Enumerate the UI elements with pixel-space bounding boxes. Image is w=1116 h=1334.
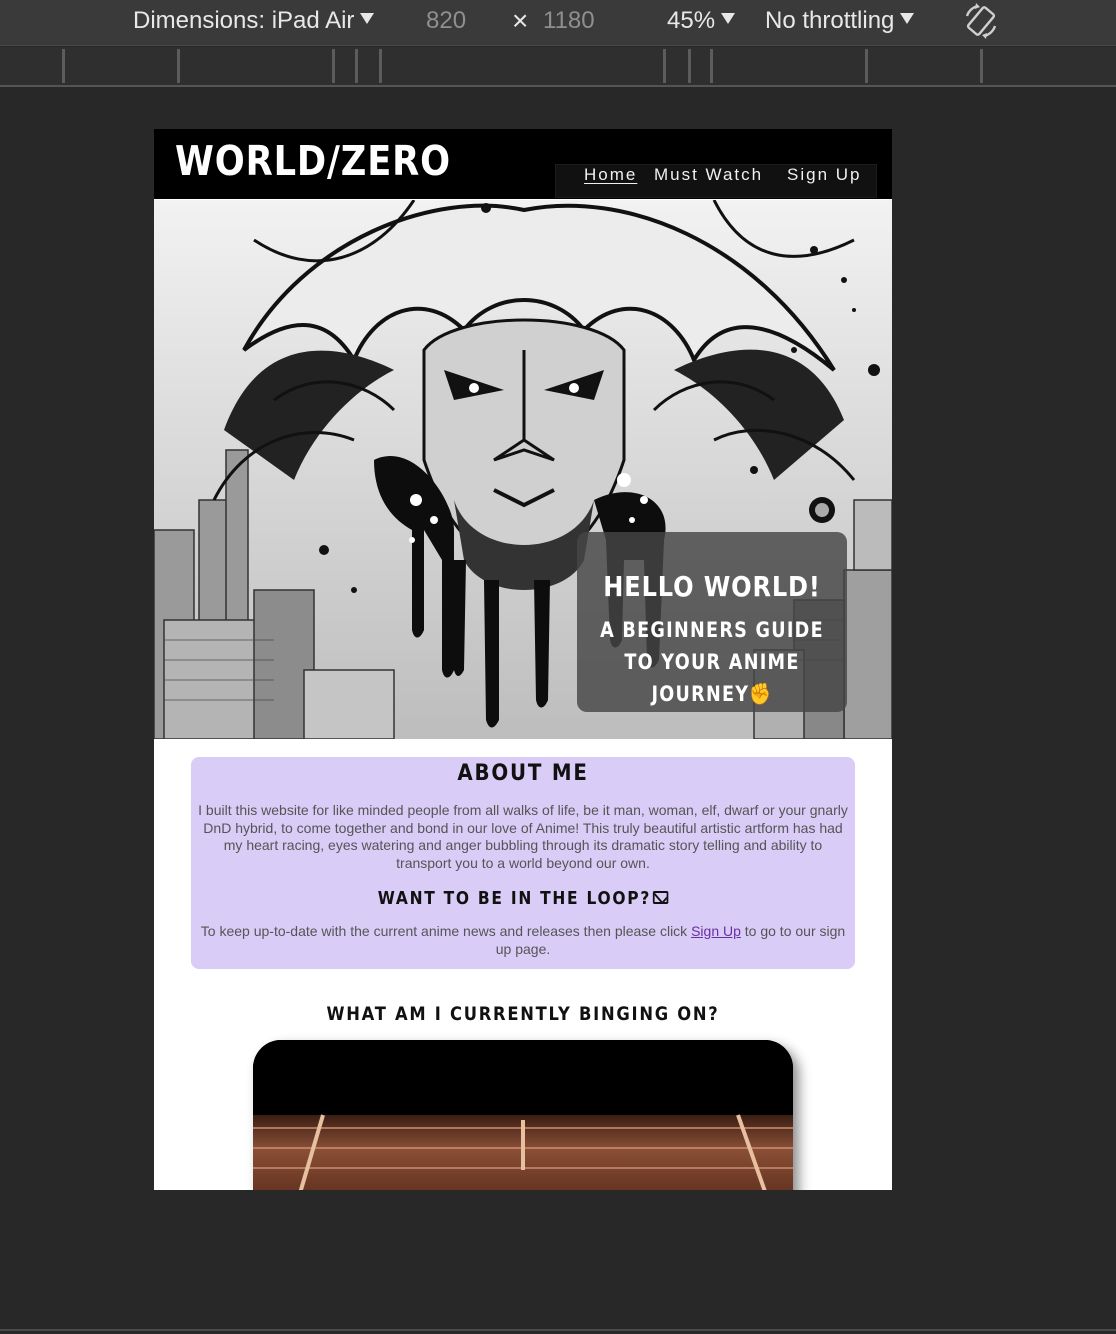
- rotate-icon[interactable]: [962, 2, 1000, 40]
- video-thumbnail: [253, 1040, 793, 1190]
- hero-title: HELLO WORLD!: [603, 570, 821, 603]
- window-bottom-edge: [0, 1329, 1116, 1331]
- ruler-tick[interactable]: [177, 49, 180, 83]
- media-query-ruler: [0, 47, 1116, 87]
- logo-text: WORLD/ZERO: [175, 137, 452, 185]
- envelope-icon: [652, 890, 669, 904]
- loop-heading-text: WANT TO BE IN THE LOOP?: [377, 888, 652, 909]
- nav-must-watch-link[interactable]: Must Watch: [654, 165, 763, 185]
- ruler-tick[interactable]: [379, 49, 382, 83]
- ruler-tick[interactable]: [980, 49, 983, 83]
- device-toolbar: Dimensions: iPad Air 820 × 1180 45% No t…: [0, 0, 1116, 46]
- chevron-down-icon: [360, 13, 375, 25]
- about-section: ABOUT ME I built this website for like m…: [191, 757, 855, 969]
- loop-text-before: To keep up-to-date with the current anim…: [200, 923, 692, 939]
- swap-dimensions-button[interactable]: ×: [512, 6, 528, 36]
- device-label: Dimensions: iPad Air: [133, 7, 355, 34]
- nav-sign-up-link[interactable]: Sign Up: [787, 165, 861, 185]
- ruler-tick[interactable]: [663, 49, 666, 83]
- about-heading: ABOUT ME: [457, 761, 589, 786]
- about-body: I built this website for like minded peo…: [198, 802, 848, 871]
- device-dropdown[interactable]: Dimensions: iPad Air: [133, 6, 375, 36]
- throttle-label: No throttling: [765, 7, 895, 34]
- ruler-tick[interactable]: [865, 49, 868, 83]
- zoom-label: 45%: [667, 7, 716, 34]
- chevron-down-icon: [900, 13, 915, 25]
- ruler-tick[interactable]: [710, 49, 713, 83]
- ruler-tick[interactable]: [355, 49, 358, 83]
- site-logo[interactable]: WORLD/ZERO: [175, 137, 451, 185]
- width-input[interactable]: 820: [426, 6, 466, 36]
- binging-heading: WHAT AM I CURRENTLY BINGING ON?: [326, 1003, 720, 1025]
- sign-up-link[interactable]: Sign Up: [691, 923, 741, 939]
- height-input[interactable]: 1180: [543, 6, 595, 36]
- site-header: WORLD/ZERO Home Must Watch Sign Up: [154, 129, 892, 199]
- zoom-dropdown[interactable]: 45%: [667, 6, 736, 36]
- hero-card: HELLO WORLD! A BEGINNERS GUIDE TO YOUR A…: [577, 532, 847, 712]
- hero-subtitle: A BEGINNERS GUIDE TO YOUR ANIME JOURNEY✊: [594, 614, 831, 710]
- hero-section: HELLO WORLD! A BEGINNERS GUIDE TO YOUR A…: [154, 200, 892, 739]
- loop-heading: WANT TO BE IN THE LOOP?: [237, 888, 808, 909]
- ruler-tick[interactable]: [62, 49, 65, 83]
- binging-video-player[interactable]: [253, 1040, 793, 1190]
- hero-subtitle-text: A BEGINNERS GUIDE TO YOUR ANIME JOURNEY: [600, 618, 824, 706]
- nav-home-link[interactable]: Home: [584, 165, 637, 185]
- main-nav: Home Must Watch Sign Up: [555, 164, 877, 198]
- ruler-tick[interactable]: [332, 49, 335, 83]
- ruler-tick[interactable]: [688, 49, 691, 83]
- loop-text: To keep up-to-date with the current anim…: [199, 923, 847, 958]
- chevron-down-icon: [721, 13, 736, 25]
- raised-fist-icon: ✊: [749, 682, 773, 706]
- throttle-dropdown[interactable]: No throttling: [765, 6, 915, 36]
- device-viewport: WORLD/ZERO Home Must Watch Sign Up HELLO…: [154, 129, 892, 1190]
